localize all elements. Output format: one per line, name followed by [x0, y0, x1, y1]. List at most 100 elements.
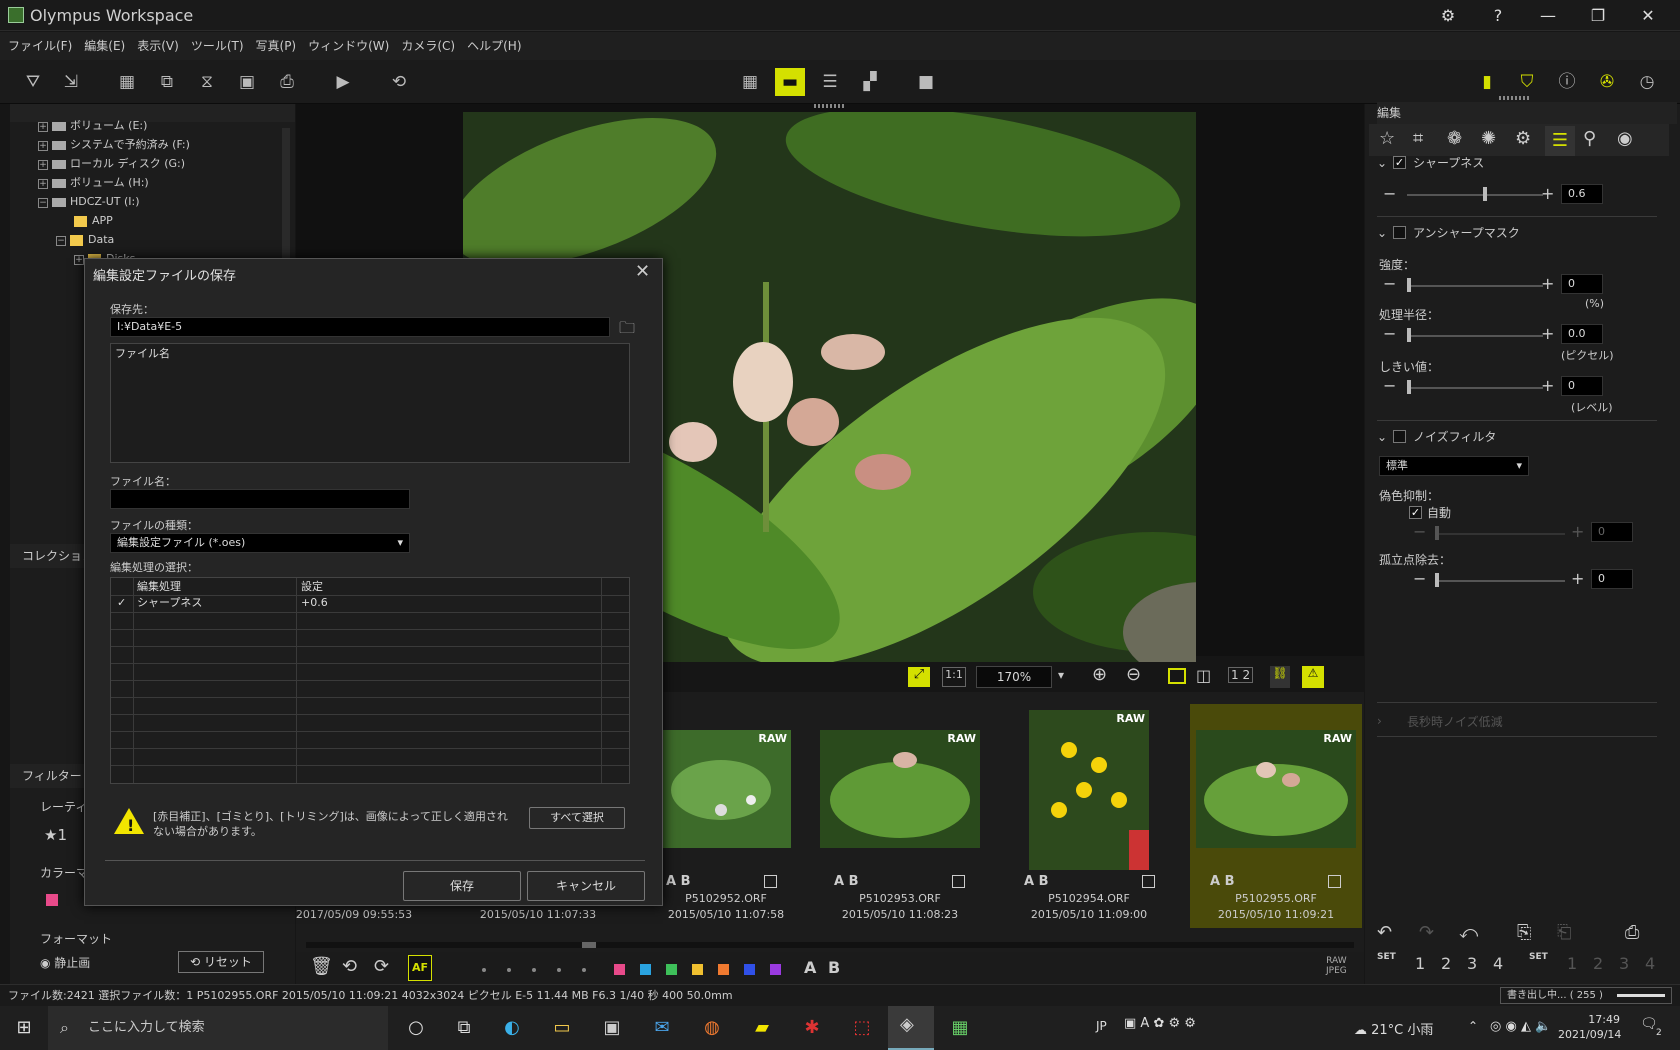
color-label-green[interactable]	[666, 964, 677, 975]
tray-icons[interactable]: ◎ ◉ ◭ 🔈	[1490, 1019, 1551, 1034]
noise-collapse-icon[interactable]: ⌄	[1377, 430, 1387, 444]
tree-item[interactable]: APP	[74, 211, 113, 230]
plus-button[interactable]: +	[1541, 274, 1554, 293]
sharpness-slider[interactable]	[1407, 194, 1543, 196]
isolated-value[interactable]: 0	[1591, 569, 1633, 589]
file-list[interactable]: ファイル名	[110, 343, 630, 463]
strength-slider-knob[interactable]	[1407, 278, 1411, 292]
color-label-indigo[interactable]	[744, 964, 755, 975]
rating-dot[interactable]	[557, 968, 561, 972]
help-icon[interactable]: ?	[1486, 4, 1510, 28]
isolated-slider[interactable]	[1435, 580, 1565, 582]
menu-tools[interactable]: ツール(T)	[187, 32, 248, 60]
tree-item[interactable]: − Data	[56, 230, 114, 249]
ime-tray-icons[interactable]: ▣ A ✿ ⚙ ⚙	[1124, 1016, 1196, 1031]
reset-edit-icon[interactable]: ⤺	[1459, 922, 1478, 943]
app-icon-red[interactable]: ✱	[798, 1014, 826, 1042]
menu-camera[interactable]: カメラ(C)	[397, 32, 459, 60]
raw-jpeg-icon[interactable]: RAW JPEG	[1326, 956, 1347, 976]
crop-tool-icon[interactable]: ⌗	[1413, 128, 1423, 149]
copy-settings-icon[interactable]: ⎘	[1517, 922, 1531, 943]
radius-value[interactable]: 0.0	[1561, 324, 1603, 344]
camera-sync-icon[interactable]: ⟲	[384, 68, 414, 96]
mail-icon[interactable]: ✉	[648, 1014, 676, 1042]
menu-window[interactable]: ウィンドウ(W)	[304, 32, 393, 60]
plus-button[interactable]: +	[1541, 324, 1554, 343]
filmstrip-scroll-thumb[interactable]	[582, 942, 596, 948]
sharpness-slider-knob[interactable]	[1483, 187, 1487, 201]
filmstrip-scrollbar[interactable]	[306, 942, 1354, 948]
undo-icon[interactable]: ↶	[1377, 922, 1392, 943]
cancel-button[interactable]: キャンセル	[527, 871, 645, 901]
radius-slider-knob[interactable]	[1407, 328, 1411, 342]
menu-view[interactable]: 表示(V)	[133, 32, 183, 60]
unsharp-collapse-icon[interactable]: ⌄	[1377, 226, 1387, 240]
color-label-purple[interactable]	[770, 964, 781, 975]
tray-chevron-icon[interactable]: ⌃	[1468, 1019, 1478, 1033]
af-point-icon[interactable]: AF	[408, 955, 432, 981]
color-label-orange[interactable]	[718, 964, 729, 975]
color-tool-icon[interactable]: ❁	[1447, 128, 1462, 149]
firefox-icon[interactable]: ◍	[698, 1014, 726, 1042]
color-mark-pink[interactable]	[46, 894, 58, 906]
plus-button[interactable]: +	[1541, 376, 1554, 395]
preset-2[interactable]: 2	[1441, 954, 1451, 973]
rotate-left-icon[interactable]: ⟲	[342, 956, 357, 977]
weather-widget[interactable]: ☁ 21°C 小雨	[1354, 1019, 1433, 1038]
warning-highlight-icon[interactable]: ⚠	[1302, 666, 1324, 688]
windows-start-icon[interactable]: ⊞	[10, 1014, 38, 1042]
star-tool-icon[interactable]: ☆	[1379, 128, 1395, 149]
unsharp-checkbox[interactable]	[1393, 226, 1406, 239]
menu-photo[interactable]: 写真(P)	[252, 32, 301, 60]
split-view-icon[interactable]: 1 2	[1228, 667, 1254, 683]
history-icon[interactable]: ◷	[1632, 68, 1662, 96]
dialog-close-icon[interactable]: ✕	[635, 261, 650, 282]
transfer-icon[interactable]: ⇲	[56, 68, 86, 96]
ab-marks[interactable]: A B	[1210, 874, 1235, 889]
tree-item[interactable]: + システムで予約済み (F:)	[38, 135, 190, 154]
panorama-icon[interactable]: ▣	[232, 68, 262, 96]
save-to-field[interactable]: I:¥Data¥E-5	[110, 317, 610, 337]
zoom-out-icon[interactable]: ⊖	[1126, 664, 1141, 685]
menu-edit[interactable]: 編集(E)	[80, 32, 129, 60]
drag-handle[interactable]	[814, 104, 844, 108]
tree-item[interactable]: + ボリューム (H:)	[38, 173, 149, 192]
raw-develop-icon[interactable]: ▦	[112, 68, 142, 96]
isolated-slider-knob[interactable]	[1435, 573, 1439, 587]
save-settings-icon[interactable]: ⎙	[1625, 922, 1639, 943]
stamp-tool-icon[interactable]: ⚲	[1583, 128, 1596, 149]
radius-slider[interactable]	[1407, 335, 1543, 337]
ab-marks[interactable]: A B	[666, 874, 691, 889]
set-label[interactable]: SET	[1377, 952, 1396, 962]
color-label-pink[interactable]	[614, 964, 625, 975]
taskbar-search-box[interactable]: ⌕ ここに入力して検索	[48, 1006, 388, 1050]
rating-dot[interactable]	[582, 968, 586, 972]
select-checkbox[interactable]	[952, 875, 965, 888]
color-label-blue[interactable]	[640, 964, 651, 975]
zoom-in-icon[interactable]: ⊕	[1092, 664, 1107, 685]
compare-icon[interactable]: ⧖	[192, 68, 222, 96]
close-window-button[interactable]: ✕	[1636, 4, 1660, 28]
panel-drag-handle[interactable]	[1499, 96, 1529, 100]
adjust-sliders-icon[interactable]: ☰	[1545, 126, 1575, 156]
still-image-radio[interactable]: ◉ 静止画	[40, 954, 90, 971]
tree-item[interactable]: − HDCZ-UT (I:)	[38, 192, 140, 211]
menu-file[interactable]: ファイル(F)	[4, 32, 76, 60]
link-icon[interactable]: ⛓	[1270, 666, 1290, 688]
mark-a-button[interactable]: A	[804, 958, 816, 977]
store-icon[interactable]: ▣	[598, 1014, 626, 1042]
noise-mode-select[interactable]: 標準 ▾	[1379, 456, 1529, 476]
auto-checkbox[interactable]: ✓	[1409, 506, 1422, 519]
compare-view-icon[interactable]: ▞	[855, 68, 885, 96]
filter-icon[interactable]: ⛉	[1512, 68, 1542, 96]
noise-checkbox[interactable]	[1393, 430, 1406, 443]
select-checkbox[interactable]	[1142, 875, 1155, 888]
minus-button[interactable]: −	[1383, 274, 1396, 293]
color-circles-icon[interactable]: ✇	[1592, 68, 1622, 96]
rating-dot[interactable]	[532, 968, 536, 972]
tree-item[interactable]: + ローカル ディスク (G:)	[38, 154, 185, 173]
app-icon-green[interactable]: ▦	[946, 1014, 974, 1042]
rating-dot[interactable]	[482, 968, 486, 972]
minus-button[interactable]: −	[1383, 376, 1396, 395]
task-view-icon[interactable]: ⧉	[450, 1014, 478, 1042]
